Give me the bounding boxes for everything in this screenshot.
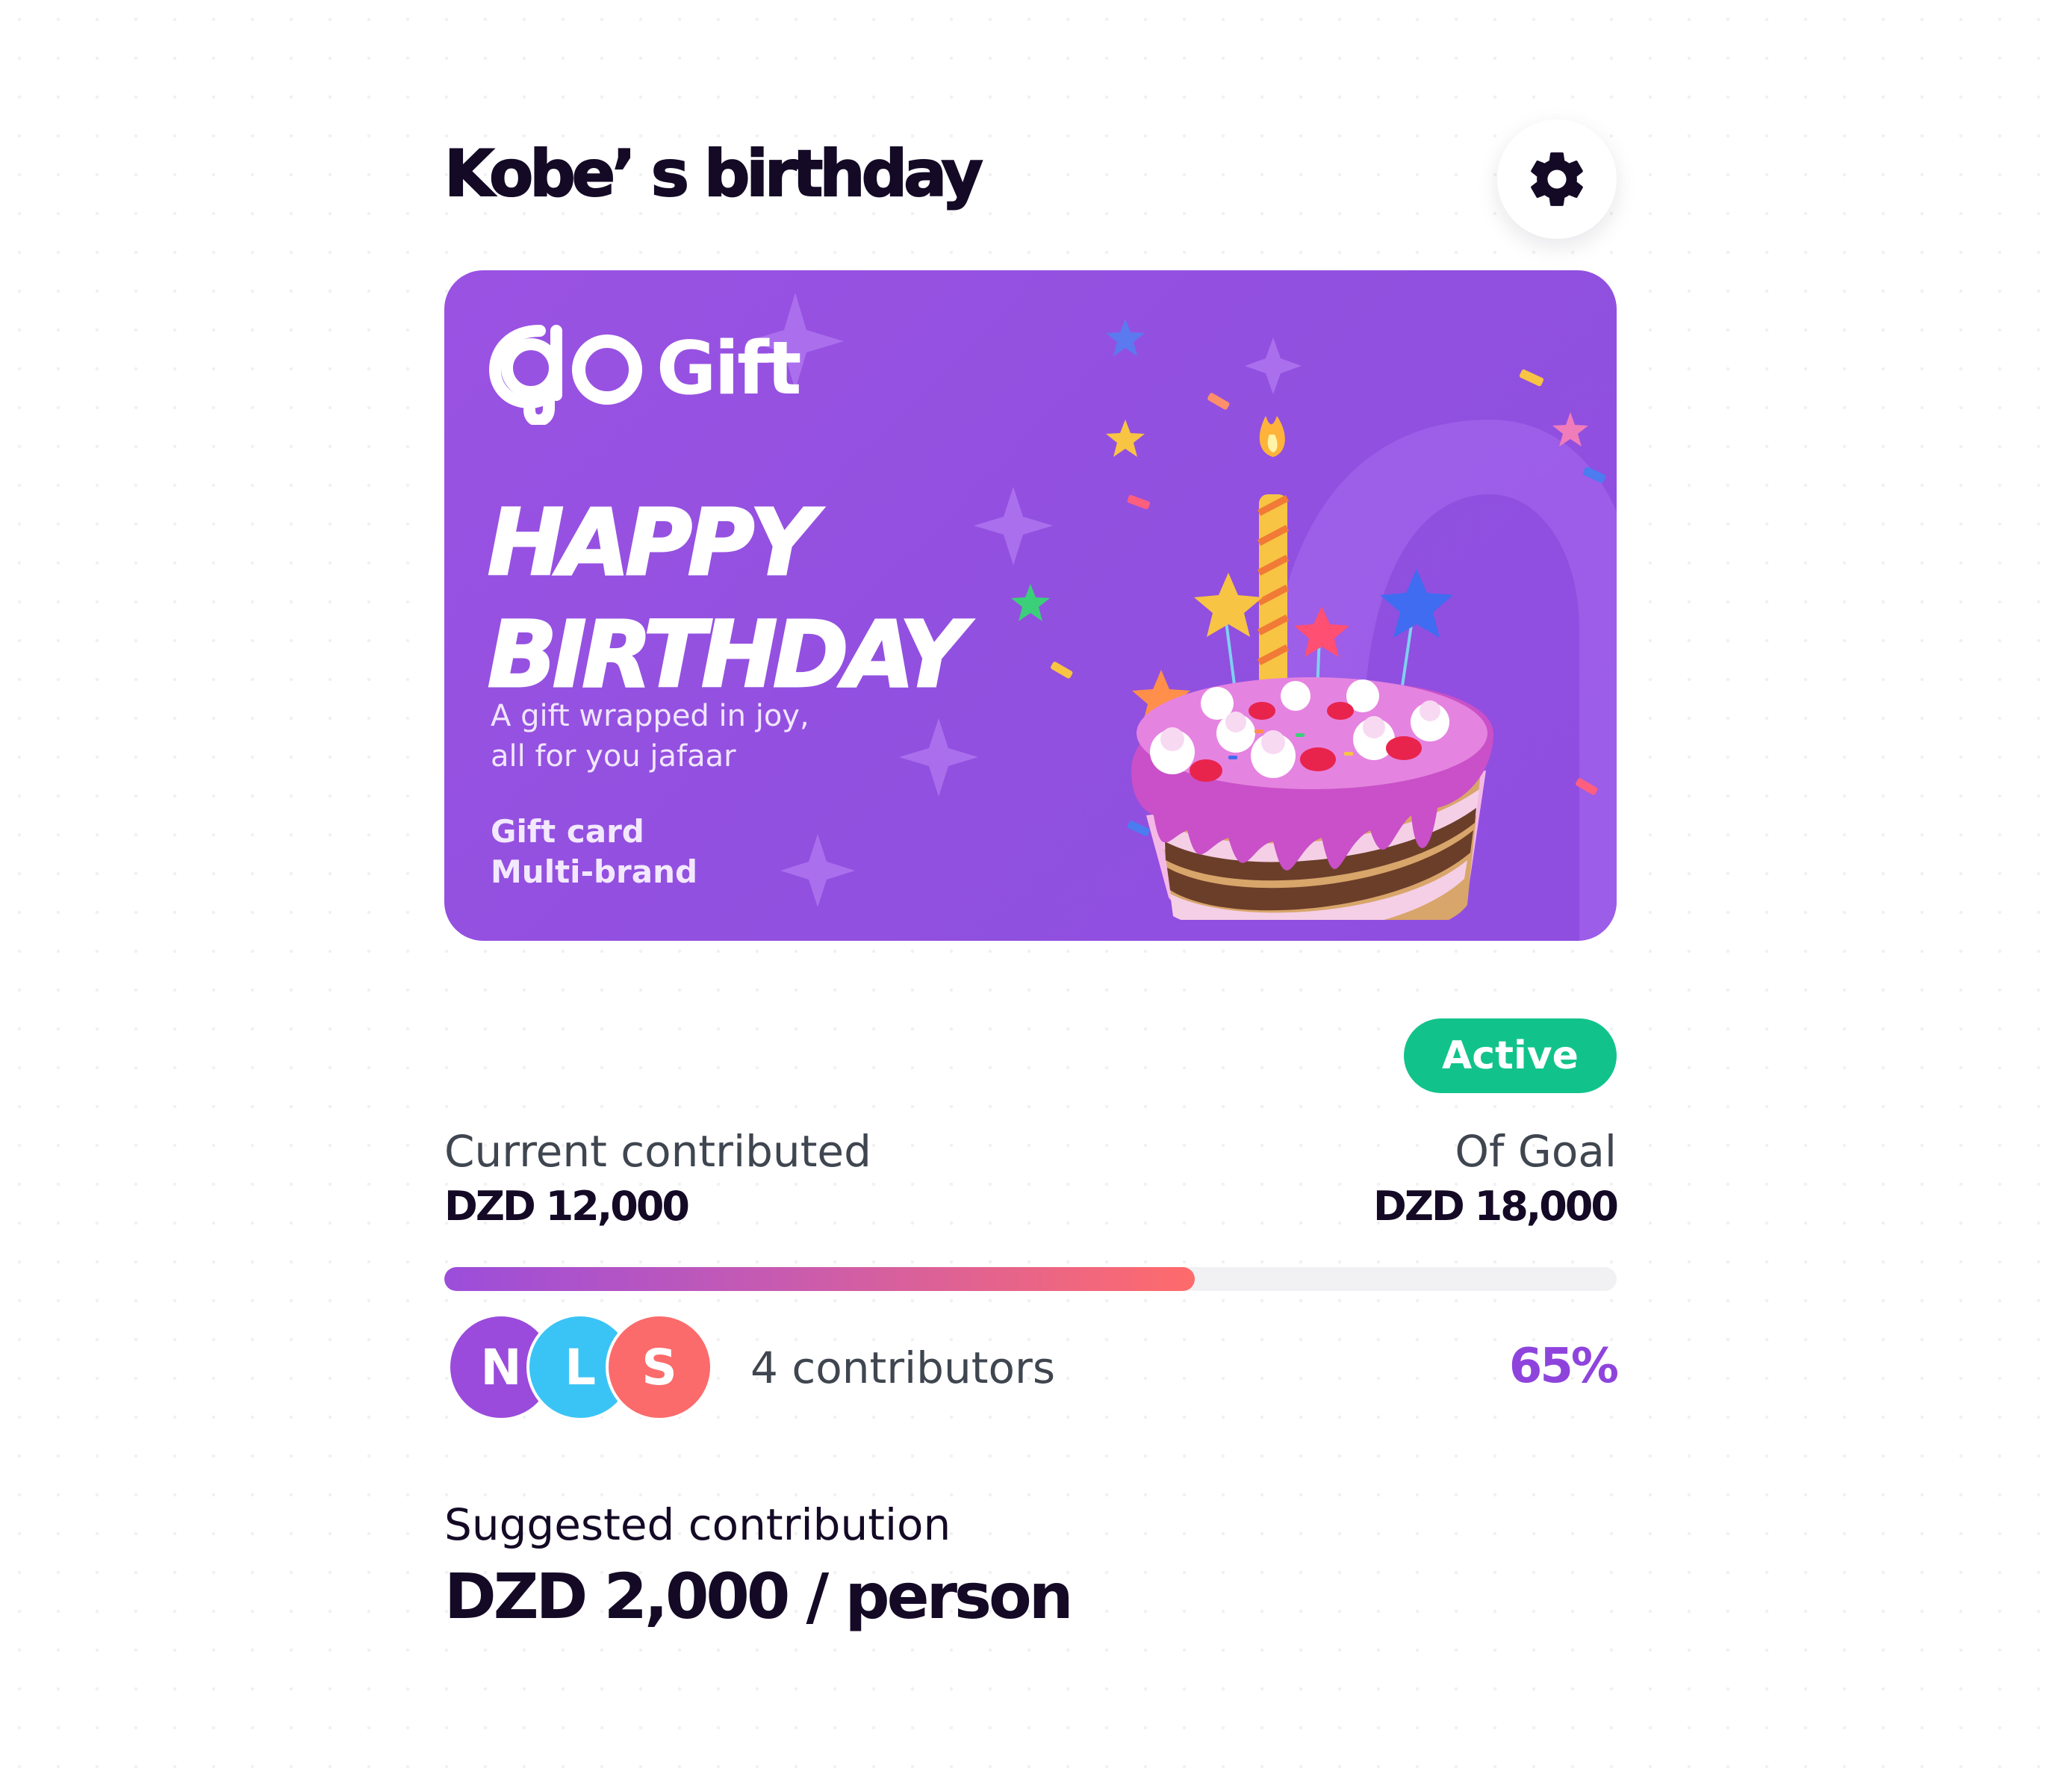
- go-logo-icon: [488, 325, 642, 425]
- star-decor: [1106, 319, 1145, 356]
- current-contributed-label: Current contributed: [444, 1126, 871, 1177]
- goal-value: DZD 18,000: [1373, 1183, 1619, 1230]
- contributors-count: 4 contributors: [750, 1343, 1056, 1393]
- card-headline: HAPPY BIRTHDAY: [486, 487, 966, 711]
- avatar: S: [606, 1313, 713, 1421]
- settings-button[interactable]: [1497, 119, 1617, 239]
- page-title: Kobe’ s birthday: [444, 137, 984, 211]
- suggested-contribution: Suggested contribution DZD 2,000 / perso…: [444, 1497, 1074, 1637]
- current-contributed: Current contributed DZD 12,000: [444, 1124, 871, 1234]
- tagline-line-2: all for you jafaar: [491, 739, 736, 774]
- suggested-contribution-value: DZD 2,000 / person: [444, 1560, 1074, 1633]
- card-type: Gift card Multi-brand: [491, 812, 697, 892]
- gear-icon: [1531, 152, 1583, 206]
- header: Kobe’ s birthday: [444, 119, 1617, 246]
- brand-name: Gift: [656, 326, 802, 411]
- card-type-label: Gift card: [491, 813, 644, 850]
- tagline-line-1: A gift wrapped in joy,: [491, 699, 809, 733]
- card-brand-scope: Multi-brand: [491, 853, 698, 890]
- goal-label: Of Goal: [1455, 1126, 1617, 1177]
- gift-pool-screen: Kobe’ s birthday Gift HAPPY BIRTHDAY A g…: [444, 119, 1619, 1633]
- progress-bar: [444, 1267, 1617, 1291]
- progress-fill: [444, 1267, 1195, 1291]
- contributors-row[interactable]: N L S 4 contributors 65%: [444, 1310, 1619, 1430]
- card-tagline: A gift wrapped in joy, all for you jafaa…: [491, 696, 809, 777]
- avatar-stack[interactable]: N L S: [447, 1313, 716, 1425]
- goal: Of Goal DZD 18,000: [1373, 1124, 1619, 1234]
- current-contributed-value: DZD 12,000: [444, 1183, 690, 1230]
- contribution-stats: Current contributed DZD 12,000 Of Goal D…: [444, 1124, 1619, 1230]
- headline-line-2: BIRTHDAY: [486, 601, 966, 709]
- brand-logo: Gift: [488, 309, 802, 429]
- suggested-contribution-label: Suggested contribution: [444, 1499, 951, 1550]
- status-badge: Active: [1404, 1018, 1617, 1093]
- gift-card[interactable]: Gift HAPPY BIRTHDAY A gift wrapped in jo…: [444, 270, 1617, 941]
- progress-percent: 65%: [1508, 1339, 1619, 1394]
- headline-line-1: HAPPY: [486, 489, 817, 597]
- birthday-cake-icon: [1131, 416, 1493, 920]
